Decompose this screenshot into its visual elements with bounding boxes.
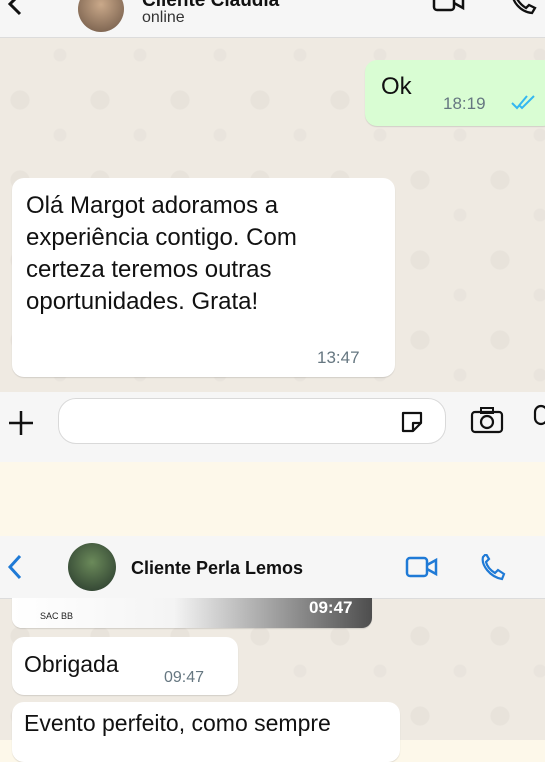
camera-icon[interactable]: [470, 406, 504, 439]
message-time: 18:19: [443, 94, 486, 113]
mic-icon[interactable]: [533, 404, 545, 439]
message-text: Evento perfeito, como sempre: [24, 710, 331, 736]
message-bubble-incoming[interactable]: Olá Margot adoramos a experiência contig…: [12, 178, 395, 377]
phone-icon[interactable]: [478, 552, 506, 587]
video-call-icon[interactable]: [432, 0, 466, 19]
message-text: Olá Margot adoramos a experiência contig…: [26, 192, 297, 315]
phone-icon[interactable]: [508, 0, 538, 21]
screenshot-divider: [0, 462, 545, 536]
message-input[interactable]: [58, 398, 446, 444]
double-check-icon: [510, 94, 540, 115]
message-text: Obrigada: [24, 651, 119, 677]
back-chevron-icon[interactable]: [6, 554, 24, 585]
sticker-icon[interactable]: [399, 409, 425, 440]
image-time: 09:47: [309, 598, 353, 617]
message-bubble-incoming[interactable]: Evento perfeito, como sempre: [12, 702, 400, 762]
composer-bar: [0, 392, 545, 462]
message-time: 13:47: [317, 348, 360, 367]
plus-icon[interactable]: [6, 408, 36, 443]
image-caption: SAC BB: [40, 611, 74, 621]
message-bubble-incoming[interactable]: Obrigada 09:47: [12, 637, 238, 695]
message-time: 09:47: [164, 669, 205, 686]
message-bubble-outgoing[interactable]: Ok 18:19: [365, 60, 545, 126]
avatar[interactable]: [68, 543, 116, 591]
contact-name[interactable]: Cliente Perla Lemos: [131, 558, 303, 579]
message-text: Ok: [381, 73, 412, 100]
contact-status: online: [142, 9, 185, 26]
video-call-icon[interactable]: [405, 556, 439, 585]
back-chevron-icon[interactable]: [6, 0, 26, 16]
avatar[interactable]: [78, 0, 124, 32]
image-message[interactable]: SAC BB 09:47: [12, 598, 372, 628]
bottom-chat-header: Cliente Perla Lemos: [0, 536, 545, 599]
top-chat-header: Cliente Claudia online: [0, 0, 545, 38]
